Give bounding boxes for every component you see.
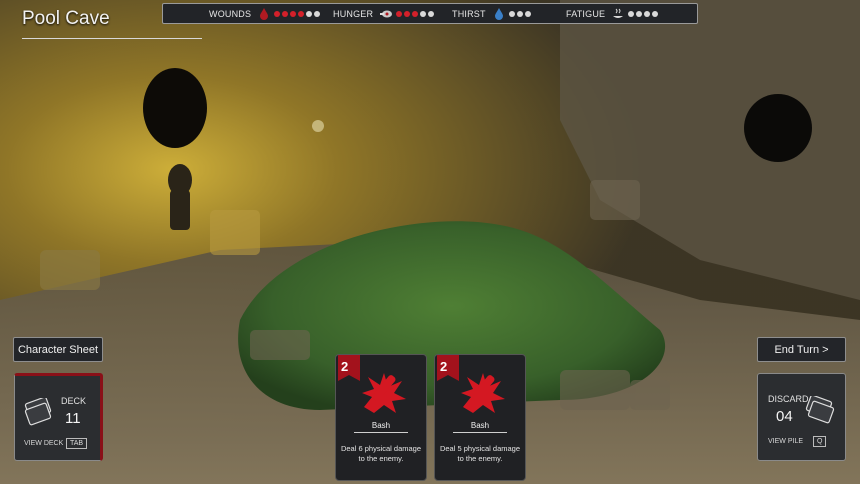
- card-stack-icon: [805, 396, 835, 424]
- empty-pip: [306, 11, 313, 17]
- fatigue-pips: [628, 11, 659, 17]
- empty-pip: [508, 11, 515, 17]
- thirst-stat: THIRST: [452, 7, 531, 21]
- filled-pip: [298, 11, 305, 17]
- end-turn-button[interactable]: End Turn >: [757, 337, 846, 362]
- thirst-pips: [508, 11, 531, 17]
- filled-pip: [290, 11, 297, 17]
- rest-icon: [613, 8, 624, 18]
- card-divider: [453, 432, 507, 433]
- card-cost: 2: [440, 359, 448, 374]
- deck-label: DECK: [61, 396, 87, 406]
- filled-pip: [274, 11, 281, 17]
- card-name: Bash: [371, 421, 391, 430]
- meat-icon: [380, 10, 393, 18]
- card-divider: [354, 432, 408, 433]
- thirst-label: THIRST: [452, 9, 486, 19]
- hand-card[interactable]: 2 Bash Deal 5 physical damage to the ene…: [434, 354, 526, 481]
- title-divider: [22, 38, 202, 39]
- fatigue-label: FATIGUE: [566, 9, 606, 19]
- survival-status-bar: WOUNDS HUNGER THIRST FATIGUE: [162, 3, 698, 24]
- card-stack-icon: [24, 398, 52, 426]
- empty-pip: [516, 11, 523, 17]
- filled-pip: [412, 11, 419, 17]
- empty-pip: [524, 11, 531, 17]
- fatigue-stat: FATIGUE: [566, 7, 659, 21]
- water-drop-icon: [494, 8, 503, 20]
- blood-drop-icon: [260, 8, 269, 20]
- filled-pip: [282, 11, 289, 17]
- location-title: Pool Cave: [22, 8, 110, 29]
- empty-pip: [628, 11, 635, 17]
- discard-pile[interactable]: DISCARD 04 VIEW PILE Q: [757, 373, 846, 461]
- card-description: Deal 5 physical damage to the enemy.: [439, 444, 521, 463]
- card-cost: 2: [341, 359, 349, 374]
- view-deck-link[interactable]: VIEW DECK: [24, 440, 63, 447]
- discard-hotkey: Q: [813, 436, 827, 447]
- club-strike-icon: [362, 373, 406, 413]
- view-pile-link[interactable]: VIEW PILE: [768, 438, 803, 445]
- card-name: Bash: [470, 421, 490, 430]
- character-sheet-button[interactable]: Character Sheet: [13, 337, 103, 362]
- wounds-pips: [274, 11, 321, 17]
- empty-pip: [644, 11, 651, 17]
- deck-pile[interactable]: DECK 11 VIEW DECK TAB: [14, 373, 103, 461]
- empty-pip: [420, 11, 427, 17]
- empty-pip: [636, 11, 643, 17]
- filled-pip: [404, 11, 411, 17]
- wounds-label: WOUNDS: [209, 9, 252, 19]
- discard-count: 04: [776, 408, 793, 425]
- empty-pip: [652, 11, 659, 17]
- wounds-stat: WOUNDS: [209, 7, 321, 21]
- hunger-stat: HUNGER: [333, 7, 435, 21]
- deck-hotkey: TAB: [66, 438, 88, 449]
- card-description: Deal 6 physical damage to the enemy.: [340, 444, 422, 463]
- club-strike-icon: [461, 373, 505, 413]
- hunger-label: HUNGER: [333, 9, 374, 19]
- deck-count: 11: [65, 410, 81, 427]
- empty-pip: [428, 11, 435, 17]
- cave-scene: [0, 0, 860, 484]
- filled-pip: [396, 11, 403, 17]
- hunger-pips: [396, 11, 435, 17]
- hand-card[interactable]: 2 Bash Deal 6 physical damage to the ene…: [335, 354, 427, 481]
- empty-pip: [314, 11, 321, 17]
